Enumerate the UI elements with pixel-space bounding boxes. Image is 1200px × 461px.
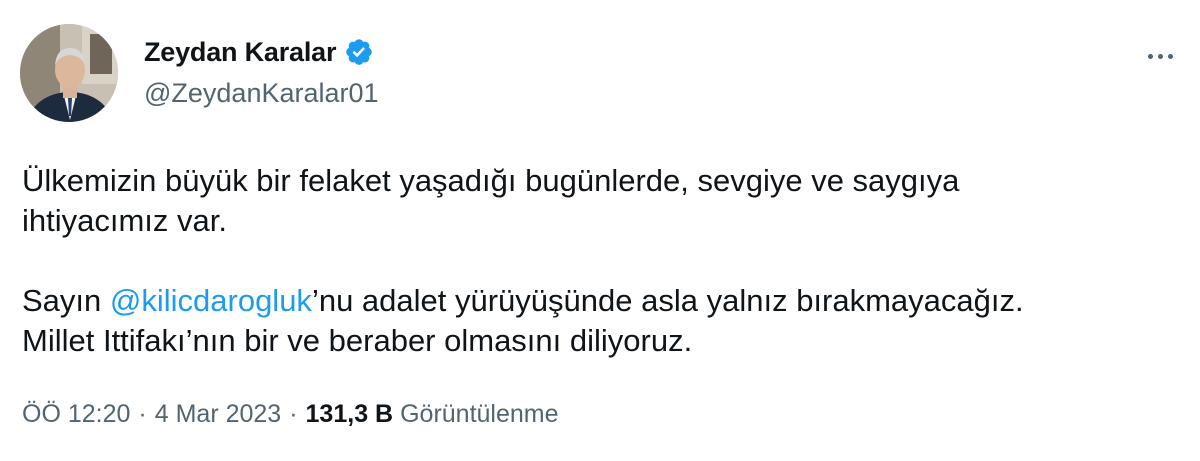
meta-separator: · xyxy=(289,400,298,428)
tweet-date[interactable]: 4 Mar 2023 xyxy=(155,400,281,429)
author-row: Zeydan Karalar xyxy=(144,34,374,70)
tweet-meta: ÖÖ 12:20 · 4 Mar 2023 · 131,3 B Görüntül… xyxy=(22,400,559,429)
tweet-time[interactable]: ÖÖ 12:20 xyxy=(22,400,130,429)
more-dot xyxy=(1147,53,1153,59)
more-dot xyxy=(1157,53,1163,59)
tweet-line: Ülkemizin büyük bir felaket yaşadığı bug… xyxy=(22,163,960,198)
avatar-photo xyxy=(20,24,118,122)
author-display-name[interactable]: Zeydan Karalar xyxy=(144,37,336,68)
more-button[interactable] xyxy=(1140,36,1180,76)
views-count: 131,3 B xyxy=(305,400,394,428)
tweet-line: Millet Ittifakı’nın bir ve beraber olmas… xyxy=(22,323,693,358)
tweet-text-fragment: Sayın xyxy=(22,283,110,318)
tweet: Zeydan Karalar @ZeydanKaralar01 Ülkemizi… xyxy=(0,0,1200,461)
tweet-line: ihtiyacımız var. xyxy=(22,203,227,238)
views-label: Görüntülenme xyxy=(400,400,559,428)
author-handle[interactable]: @ZeydanKaralar01 xyxy=(144,78,379,109)
avatar[interactable] xyxy=(20,24,118,122)
meta-separator: · xyxy=(138,400,147,428)
tweet-text: Ülkemizin büyük bir felaket yaşadığı bug… xyxy=(22,161,1162,361)
verified-badge-icon xyxy=(346,39,373,65)
mention-link[interactable]: @kilicdarogluk xyxy=(110,283,312,318)
more-dot xyxy=(1167,53,1173,59)
tweet-text-fragment: ’nu adalet yürüyüşünde asla yalnız bırak… xyxy=(311,283,1024,318)
tweet-line: Sayın @kilicdarogluk’nu adalet yürüyüşün… xyxy=(22,281,1162,321)
